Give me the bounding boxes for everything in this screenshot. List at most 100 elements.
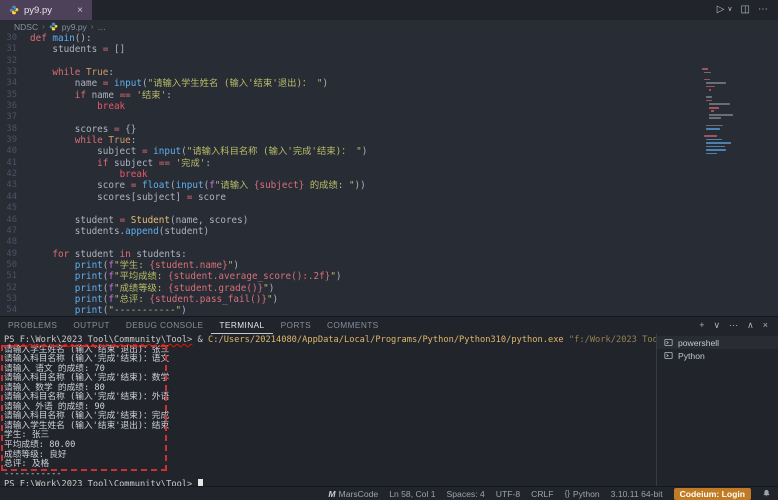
code-token: for [52, 249, 69, 260]
code-token: : [131, 135, 137, 146]
status-codeium-login[interactable]: Codeium: Login [674, 488, 751, 500]
minimap[interactable] [702, 68, 748, 160]
terminal-output[interactable]: PS F:\Work\2023 Tool\Community\Tool> & C… [0, 334, 656, 487]
code-token [30, 135, 75, 146]
code-line[interactable]: 51 print(f"平均成绩: {student.average_score(… [0, 271, 778, 282]
run-button-icon[interactable]: ▷ [717, 0, 725, 20]
code-token: name [30, 78, 103, 89]
code-line[interactable]: 46 student = Student(name, scores) [0, 215, 778, 226]
code-line[interactable]: 48 [0, 237, 778, 248]
status-language-mode[interactable]: {}Python [565, 489, 600, 499]
terminal-list-item-python[interactable]: Python [657, 349, 778, 362]
maximize-panel-icon[interactable]: ∧ [747, 320, 754, 331]
code-line[interactable]: 53 print(f"总评: {student.pass_fail()}") [0, 294, 778, 305]
panel-tab-output[interactable]: OUTPUT [65, 317, 118, 334]
minimap-line [706, 139, 721, 141]
code-token: "成绩等级: [114, 283, 168, 294]
terminal-profile-dropdown-icon[interactable]: ∨ [714, 320, 721, 331]
terminal-output-line: 请输入学生姓名 (输入'结束'退出)：结束 [4, 422, 656, 432]
minimap-line [706, 125, 723, 127]
terminal-command-segment: C:/Users/20214080/AppData/Local/Programs… [208, 335, 564, 345]
panel-actions: + ∨ ⋯ ∧ × [699, 320, 778, 331]
status-marscode[interactable]: MMarsCode [328, 489, 378, 499]
code-line[interactable]: 50 print(f"学生: {student.name}") [0, 260, 778, 271]
terminal-command-segment: & [192, 335, 208, 345]
code-line[interactable]: 31 students = [] [0, 44, 778, 55]
line-number: 52 [0, 283, 30, 294]
line-number: 45 [0, 203, 30, 214]
more-actions-icon[interactable]: ⋯ [758, 0, 768, 20]
code-line[interactable]: 49 for student in students: [0, 249, 778, 260]
code-token: main [52, 33, 74, 44]
code-line[interactable]: 43 score = float(input(f"请输入 {subject} 的… [0, 180, 778, 191]
run-dropdown-icon[interactable]: ∨ [727, 0, 732, 20]
code-line[interactable]: 45 [0, 203, 778, 214]
status-label: Codeium: Login [680, 488, 745, 500]
code-token: (name, scores) [170, 215, 248, 226]
code-token: score [192, 192, 226, 203]
code-token: {subject} [254, 180, 304, 191]
line-number: 37 [0, 112, 30, 123]
status-encoding[interactable]: UTF-8 [496, 489, 520, 499]
code-line[interactable]: 38 scores = {} [0, 124, 778, 135]
code-token: scores[subject] [30, 192, 187, 203]
status-indentation[interactable]: Spaces: 4 [447, 489, 485, 499]
status-eol[interactable]: CRLF [531, 489, 553, 499]
code-line[interactable]: 33 while True: [0, 67, 778, 78]
minimap-line [709, 89, 712, 91]
code-line[interactable]: 36 break [0, 101, 778, 112]
tab-py9py[interactable]: py9.py × [0, 0, 92, 20]
code-token: student [30, 215, 120, 226]
new-terminal-icon[interactable]: + [699, 320, 704, 331]
panel-tab-terminal[interactable]: TERMINAL [211, 317, 272, 334]
code-line[interactable]: 54 print("-----------") [0, 305, 778, 316]
code-line[interactable]: 47 students.append(student) [0, 226, 778, 237]
split-editor-icon[interactable]: ◫ [741, 0, 750, 20]
code-line[interactable]: 37 [0, 112, 778, 123]
code-line[interactable]: 42 break [0, 169, 778, 180]
terminal-list-item-powershell[interactable]: powershell [657, 336, 778, 349]
close-panel-icon[interactable]: × [763, 320, 768, 331]
line-number: 39 [0, 135, 30, 146]
code-line[interactable]: 40 subject = input("请输入科目名称 (输入'完成'结束)： … [0, 146, 778, 157]
code-line[interactable]: 39 while True: [0, 135, 778, 146]
code-token: ) [336, 271, 342, 282]
status-cursor-position[interactable]: Ln 58, Col 1 [389, 489, 435, 499]
code-token: print [75, 283, 103, 294]
panel-tab-debug-console[interactable]: DEBUG CONSOLE [118, 317, 212, 334]
code-line[interactable]: 44 scores[subject] = score [0, 192, 778, 203]
terminal[interactable]: PS F:\Work\2023 Tool\Community\Tool> & C… [0, 334, 778, 487]
breadcrumb-item[interactable]: … [97, 22, 106, 32]
panel-tab-ports[interactable]: PORTS [273, 317, 319, 334]
code-token [30, 90, 75, 101]
line-number: 31 [0, 44, 30, 55]
status-python-version[interactable]: 3.10.11 64-bit [611, 489, 663, 499]
code-token: : [166, 90, 172, 101]
code-text: scores = {} [30, 124, 136, 135]
code-line[interactable]: 32 [0, 56, 778, 67]
panel-tab-comments[interactable]: COMMENTS [319, 317, 387, 334]
code-token: students. [30, 226, 125, 237]
terminal-output-line: 平均成绩: 80.00 [4, 441, 656, 451]
code-line[interactable]: 34 name = input("请输入学生姓名 (输入'结束'退出)： ") [0, 78, 778, 89]
code-line[interactable]: 41 if subject == '完成': [0, 158, 778, 169]
breadcrumb-item[interactable]: NDSC [14, 22, 38, 32]
terminal-list-label: Python [678, 351, 705, 361]
breadcrumb-separator: › [91, 22, 94, 31]
code-token: students [30, 44, 103, 55]
code-token: "请输入 [215, 180, 254, 191]
terminal-icon [664, 338, 673, 347]
code-line[interactable]: 30def main(): [0, 33, 778, 44]
more-panel-actions-icon[interactable]: ⋯ [729, 320, 738, 331]
status-notifications[interactable] [762, 489, 771, 498]
code-text: break [30, 169, 148, 180]
line-number: 33 [0, 67, 30, 78]
panel-tab-problems[interactable]: PROBLEMS [0, 317, 65, 334]
code-line[interactable]: 52 print(f"成绩等级: {student.grade()}") [0, 283, 778, 294]
code-editor[interactable]: 30def main():31 students = []3233 while … [0, 33, 778, 316]
close-tab-icon[interactable]: × [77, 5, 83, 16]
status-label: CRLF [531, 489, 553, 499]
breadcrumb-item[interactable]: py9.py [62, 22, 87, 32]
status-label: 3.10.11 64-bit [611, 489, 663, 499]
code-line[interactable]: 35 if name == '结束': [0, 90, 778, 101]
